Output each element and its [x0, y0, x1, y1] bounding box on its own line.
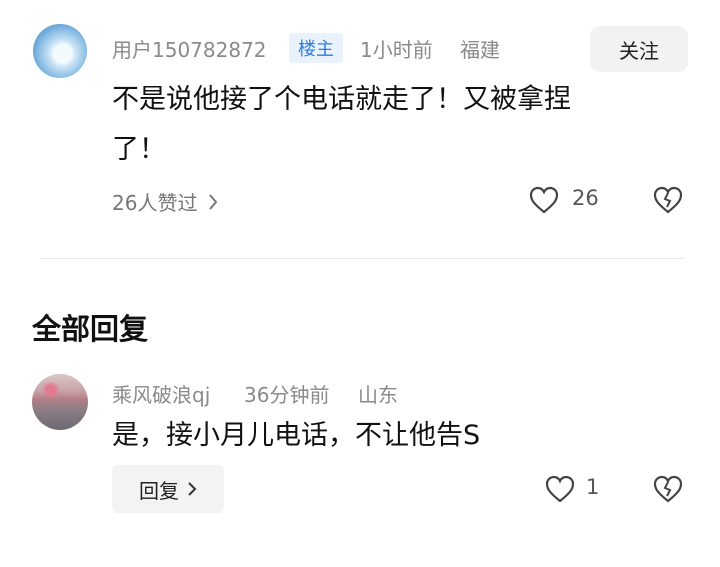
avatar[interactable] — [33, 24, 87, 78]
reply-text: 是，接小月儿电话，不让他告S — [112, 420, 481, 451]
heart-icon — [545, 475, 575, 503]
reply-username[interactable]: 乘风破浪qj — [112, 379, 210, 408]
reply-location: 山东 — [358, 383, 398, 407]
comment-text-line2: 了！ — [112, 134, 166, 165]
like-count: 26 — [572, 186, 599, 210]
reply-button[interactable]: 回复 — [112, 465, 224, 513]
reply-like-button[interactable] — [544, 474, 576, 504]
broken-heart-icon — [653, 475, 683, 503]
section-title: 全部回复 — [32, 312, 149, 346]
reply-dislike-button[interactable] — [652, 474, 684, 504]
comment-text-line1: 不是说他接了个电话就走了！又被拿捏 — [112, 84, 571, 115]
chevron-right-icon — [207, 193, 219, 211]
post-location: 福建 — [460, 38, 500, 62]
like-button[interactable] — [528, 185, 560, 215]
post-time: 1小时前 — [360, 38, 433, 62]
broken-heart-icon — [653, 186, 683, 214]
op-badge: 楼主 — [289, 33, 343, 63]
divider — [40, 258, 684, 259]
chevron-right-icon — [187, 481, 197, 497]
heart-icon — [529, 186, 559, 214]
dislike-button[interactable] — [652, 185, 684, 215]
liked-by-text: 26人赞过 — [112, 191, 198, 215]
avatar[interactable] — [32, 374, 88, 430]
reply-time: 36分钟前 — [244, 383, 330, 407]
reply-like-count: 1 — [586, 475, 600, 499]
username[interactable]: 用户150782872 — [112, 34, 267, 63]
reply-button-label: 回复 — [139, 478, 179, 503]
liked-by-link[interactable]: 26人赞过 — [112, 187, 219, 216]
follow-button[interactable]: 关注 — [590, 26, 688, 72]
